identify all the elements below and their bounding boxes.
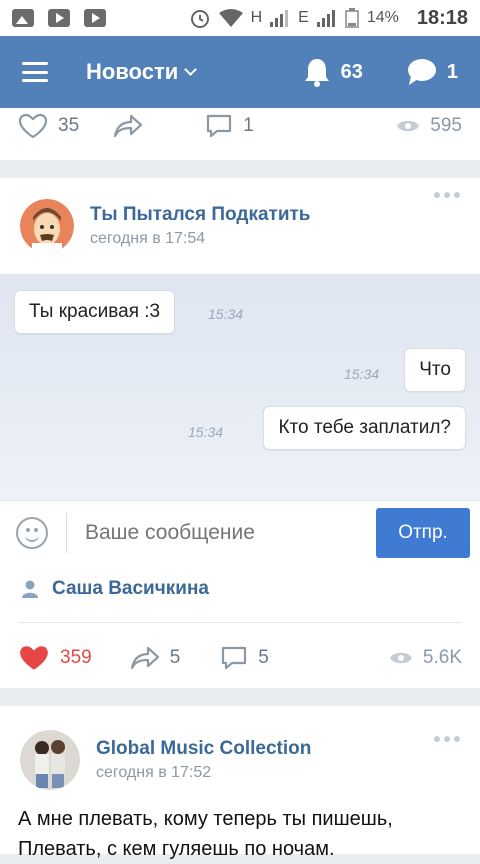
messages-button[interactable]: 1 (407, 58, 458, 86)
post-card: Ты Пытался Подкатить сегодня в 17:54 Ты … (0, 178, 480, 688)
network-type-1: H (250, 9, 263, 26)
heart-filled-icon (20, 646, 48, 670)
like-button[interactable]: 359 (18, 644, 92, 672)
comment-button[interactable]: 1 (205, 113, 254, 139)
battery-percent: 14% (366, 9, 399, 26)
comment-icon (207, 114, 232, 138)
battery-icon (345, 8, 359, 28)
signal-icon-1 (270, 10, 289, 27)
status-bar: H E 14% 18:18 (0, 0, 480, 36)
signal-icon-2 (316, 10, 335, 27)
eye-icon (389, 652, 412, 664)
chat-bubble-incoming: Ты красивая :3 (14, 290, 176, 334)
post-text: А мне плевать, кому теперь ты пишешь, Пл… (0, 798, 480, 864)
gallery-notification-icon (12, 9, 34, 27)
alarm-icon (190, 10, 209, 28)
clock: 18:18 (416, 6, 468, 29)
more-options-icon[interactable] (434, 192, 460, 198)
message-input (85, 520, 376, 545)
post-author[interactable]: Ты Пытался Подкатить (90, 204, 311, 226)
message-bubble-icon (407, 59, 436, 85)
like-button[interactable]: 35 (18, 113, 79, 139)
user-icon (22, 580, 38, 598)
comments-count: 5 (258, 647, 269, 668)
share-button[interactable]: 5 (130, 646, 181, 670)
likes-count: 359 (60, 647, 92, 668)
comments-count: 1 (243, 115, 254, 136)
likes-count: 35 (58, 115, 80, 136)
messages-count: 1 (446, 60, 458, 83)
chevron-down-icon (184, 63, 198, 76)
post-author[interactable]: Global Music Collection (96, 738, 311, 760)
notifications-button[interactable]: 63 (303, 57, 363, 87)
community-avatar[interactable] (20, 730, 80, 790)
heart-outline-icon (18, 113, 48, 139)
chat-screenshot-image: Ты красивая :3 15:34 Что 15:34 Кто тебе … (0, 274, 480, 500)
network-type-2: E (298, 9, 309, 26)
youtube-notification-icon-2 (84, 9, 106, 27)
chat-bubble-outgoing: Что (404, 348, 466, 392)
send-button: Отпр. (376, 507, 470, 558)
smiley-icon (16, 516, 48, 549)
post-text-line: Плевать, с кем гуляешь по ночам. (18, 838, 335, 860)
comment-button[interactable]: 5 (220, 645, 269, 671)
eye-icon (397, 120, 420, 132)
share-button[interactable] (113, 114, 143, 138)
chat-bubble-time: 15:34 (208, 306, 244, 322)
app-bar: Новости 63 1 (0, 36, 480, 108)
post-signature[interactable]: Саша Васичкина (0, 564, 480, 614)
previous-post-footer: 35 1 595 (0, 108, 480, 160)
more-options-icon[interactable] (434, 736, 460, 742)
bell-icon (304, 59, 329, 87)
youtube-notification-icon (48, 9, 70, 27)
chat-input-bar: Отпр. (0, 500, 480, 564)
share-arrow-icon (114, 114, 143, 138)
views: 5.6K (389, 647, 462, 669)
share-arrow-icon (130, 646, 159, 670)
notifications-count: 63 (340, 60, 363, 83)
chat-bubble-outgoing: Кто тебе заплатил? (263, 406, 466, 450)
community-avatar[interactable] (20, 199, 74, 253)
shares-count: 5 (169, 647, 181, 668)
views: 595 (396, 115, 462, 137)
post-text-line: А мне плевать, кому теперь ты пишешь, (18, 808, 393, 830)
menu-icon[interactable] (22, 62, 48, 82)
post-date: сегодня в 17:54 (90, 230, 206, 247)
post-date: сегодня в 17:52 (96, 764, 212, 781)
views-count: 5.6K (422, 647, 462, 668)
chat-bubble-time: 15:34 (188, 424, 224, 440)
signature-author: Саша Васичкина (52, 578, 210, 599)
comment-icon (222, 646, 247, 670)
feed-selector[interactable]: Новости (86, 59, 198, 85)
chat-bubble-time: 15:34 (344, 366, 380, 382)
views-count: 595 (430, 115, 462, 136)
wifi-icon (218, 9, 243, 27)
page-title: Новости (86, 59, 179, 84)
post-card: Global Music Collection сегодня в 17:52 … (0, 706, 480, 860)
